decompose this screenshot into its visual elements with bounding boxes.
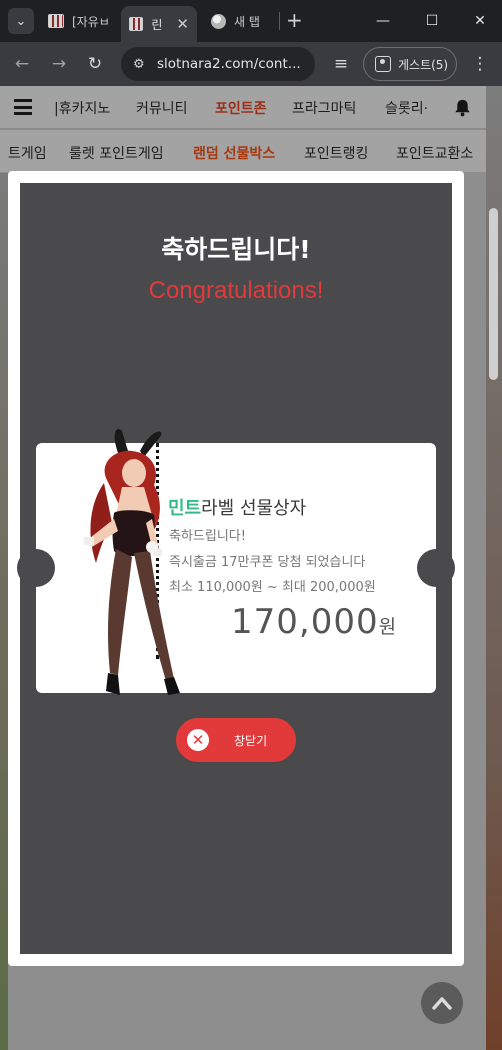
back-arrow-icon[interactable]: ← — [8, 50, 36, 78]
profile-button[interactable]: 게스트(5) — [363, 47, 457, 81]
nav-item-casino[interactable]: |휴카지노 — [54, 98, 110, 118]
subnav-item-point-exchange[interactable]: 포인트교환소 — [396, 143, 473, 163]
modal-content: 축하드립니다! Congratulations! 민트라벨 선물상자 축하드립니… — [17, 183, 455, 954]
ticket-title-text: 라벨 선물상자 — [201, 498, 307, 519]
tab-free-board[interactable]: [자유ㅂ — [40, 6, 118, 36]
subnav-item-random-gift[interactable]: 랜덤 선물박스 — [193, 143, 275, 163]
site-favicon-icon — [129, 17, 144, 31]
nav-item-slot-review[interactable]: 슬롯리· — [385, 98, 428, 118]
scroll-to-top-button[interactable] — [421, 982, 463, 1024]
scrollbar-thumb[interactable] — [489, 208, 498, 380]
modal-subheading: Congratulations! — [148, 277, 324, 304]
chevron-down-icon: ⌄ — [15, 13, 27, 29]
address-bar[interactable]: ⚙ slotnara2.com/cont... — [121, 47, 315, 81]
browser-toolbar: ← → ↻ ⚙ slotnara2.com/cont... ≡ 게스트(5) ⋮ — [0, 42, 502, 86]
character-illustration — [84, 429, 180, 695]
profile-label: 게스트(5) — [398, 57, 449, 72]
secondary-nav: 트게임 룰렛 포인트게임 랜덤 선물박스 포인트랭킹 포인트교환소 — [0, 130, 486, 172]
site-info-icon[interactable]: ⚙ — [133, 57, 149, 72]
maximize-button[interactable]: ☐ — [419, 8, 445, 34]
tab-active[interactable]: 린 ✕ — [121, 6, 197, 42]
prize-amount-value: 170,000 — [231, 602, 379, 642]
tab-close-icon[interactable]: ✕ — [176, 15, 189, 33]
nav-item-point-zone[interactable]: 포인트존 — [215, 98, 267, 118]
bell-icon[interactable] — [453, 98, 472, 117]
page-background-edge — [0, 173, 8, 1050]
forward-arrow-icon[interactable]: → — [45, 50, 73, 78]
primary-nav: |휴카지노 커뮤니티 포인트존 프라그마틱 슬롯리· — [0, 86, 486, 129]
tab-new-tab[interactable]: 새 탭 — [203, 6, 268, 36]
close-modal-label: 창닫기 — [234, 733, 268, 748]
gift-box-modal: 축하드립니다! Congratulations! 민트라벨 선물상자 축하드립니… — [8, 171, 464, 966]
tab-list-button[interactable]: ⌄ — [8, 8, 34, 34]
tab-divider — [279, 12, 280, 30]
tab-title: [자유ㅂ — [72, 14, 110, 29]
prize-amount: 170,000원 — [231, 602, 396, 642]
reload-icon[interactable]: ↻ — [81, 50, 109, 78]
close-circle-icon: ✕ — [187, 729, 209, 751]
modal-heading: 축하드립니다! — [161, 235, 311, 264]
profile-avatar-icon — [375, 56, 391, 72]
chevron-up-icon — [432, 997, 452, 1010]
minimize-button[interactable]: — — [370, 8, 396, 34]
tab-title: 린 — [151, 17, 163, 32]
media-queue-icon[interactable]: ≡ — [327, 50, 355, 78]
site-favicon-icon — [48, 14, 64, 28]
subnav-item-roulette[interactable]: 룰렛 포인트게임 — [69, 143, 164, 163]
close-modal-button[interactable]: ✕ 창닫기 — [176, 718, 296, 762]
subnav-item-point-ranking[interactable]: 포인트랭킹 — [304, 143, 368, 163]
subnav-item-point-game[interactable]: 트게임 — [8, 143, 47, 163]
address-url: slotnara2.com/cont... — [157, 56, 301, 72]
tab-title: 새 탭 — [234, 14, 260, 29]
ticket-notch-left — [17, 549, 55, 587]
window-close-button[interactable]: ✕ — [467, 8, 493, 34]
globe-icon — [211, 13, 226, 29]
browser-tab-bar: ⌄ [자유ㅂ 린 ✕ 새 탭 + — ☐ ✕ — [0, 0, 502, 42]
new-tab-button[interactable]: + — [286, 9, 303, 31]
hamburger-menu-icon[interactable] — [14, 99, 32, 115]
nav-item-pragmatic[interactable]: 프라그마틱 — [292, 98, 356, 118]
nav-item-community[interactable]: 커뮤니티 — [136, 98, 188, 118]
ticket-notch-right — [417, 549, 455, 587]
prize-amount-unit: 원 — [378, 616, 397, 638]
menu-kebab-icon[interactable]: ⋮ — [466, 50, 494, 78]
